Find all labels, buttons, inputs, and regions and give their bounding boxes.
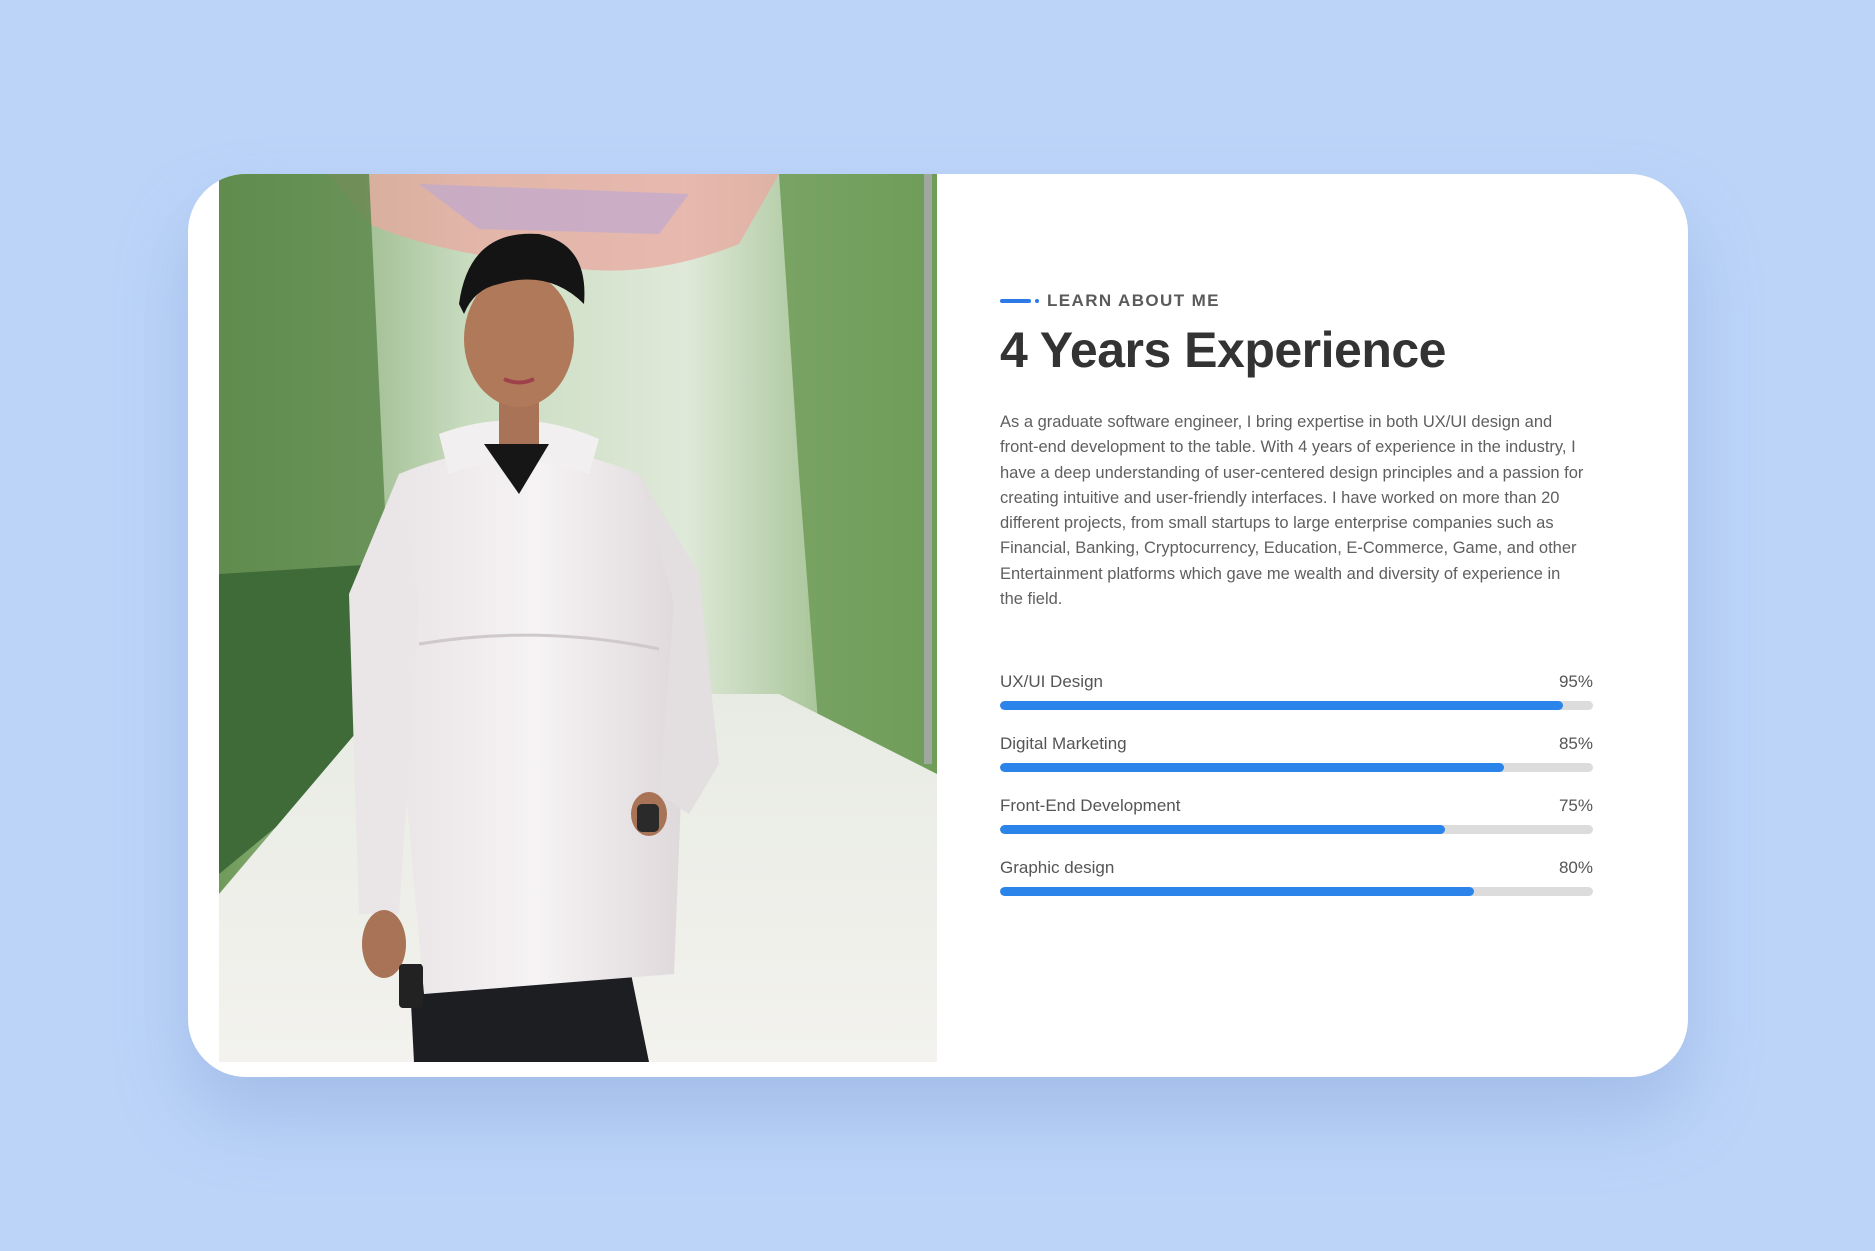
section-eyebrow: LEARN ABOUT ME: [1000, 290, 1220, 312]
skills-list: UX/UI Design 95% Digital Marketing 85% F…: [1000, 670, 1593, 918]
accent-line: [1000, 299, 1039, 303]
skill-percent: 85%: [1558, 734, 1593, 753]
skill-progress-fill: [1000, 701, 1564, 710]
about-card: LEARN ABOUT ME 4 Years Experience As a g…: [188, 174, 1688, 1077]
about-description: As a graduate software engineer, I bring…: [1000, 413, 1584, 609]
skill-progress-track: [1000, 701, 1593, 710]
about-content: LEARN ABOUT ME 4 Years Experience As a g…: [1000, 174, 1600, 1077]
skill-label: Front-End Development: [1000, 796, 1181, 815]
skill-progress-track: [1000, 763, 1593, 772]
eyebrow-label: LEARN ABOUT ME: [1047, 291, 1220, 310]
skill-progress-fill: [1000, 825, 1445, 834]
skill-item-front-end-development: Front-End Development 75%: [1000, 794, 1593, 856]
portrait-photo: [219, 174, 937, 1062]
skill-progress-track: [1000, 887, 1593, 896]
skill-label: UX/UI Design: [1000, 672, 1103, 691]
skill-percent: 75%: [1558, 796, 1593, 815]
page: LEARN ABOUT ME 4 Years Experience As a g…: [0, 0, 1875, 1251]
skill-item-graphic-design: Graphic design 80%: [1000, 856, 1593, 918]
skill-progress-track: [1000, 825, 1593, 834]
skill-percent: 95%: [1558, 672, 1593, 691]
skill-label: Graphic design: [1000, 858, 1115, 877]
skill-progress-fill: [1000, 887, 1475, 896]
skill-item-digital-marketing: Digital Marketing 85%: [1000, 732, 1593, 794]
skill-item-uxui-design: UX/UI Design 95%: [1000, 670, 1593, 732]
skill-progress-fill: [1000, 763, 1505, 772]
portrait-illustration: [219, 174, 937, 1062]
skill-label: Digital Marketing: [1000, 734, 1127, 753]
skill-percent: 80%: [1558, 858, 1593, 877]
page-title: 4 Years Experience: [1000, 322, 1446, 378]
